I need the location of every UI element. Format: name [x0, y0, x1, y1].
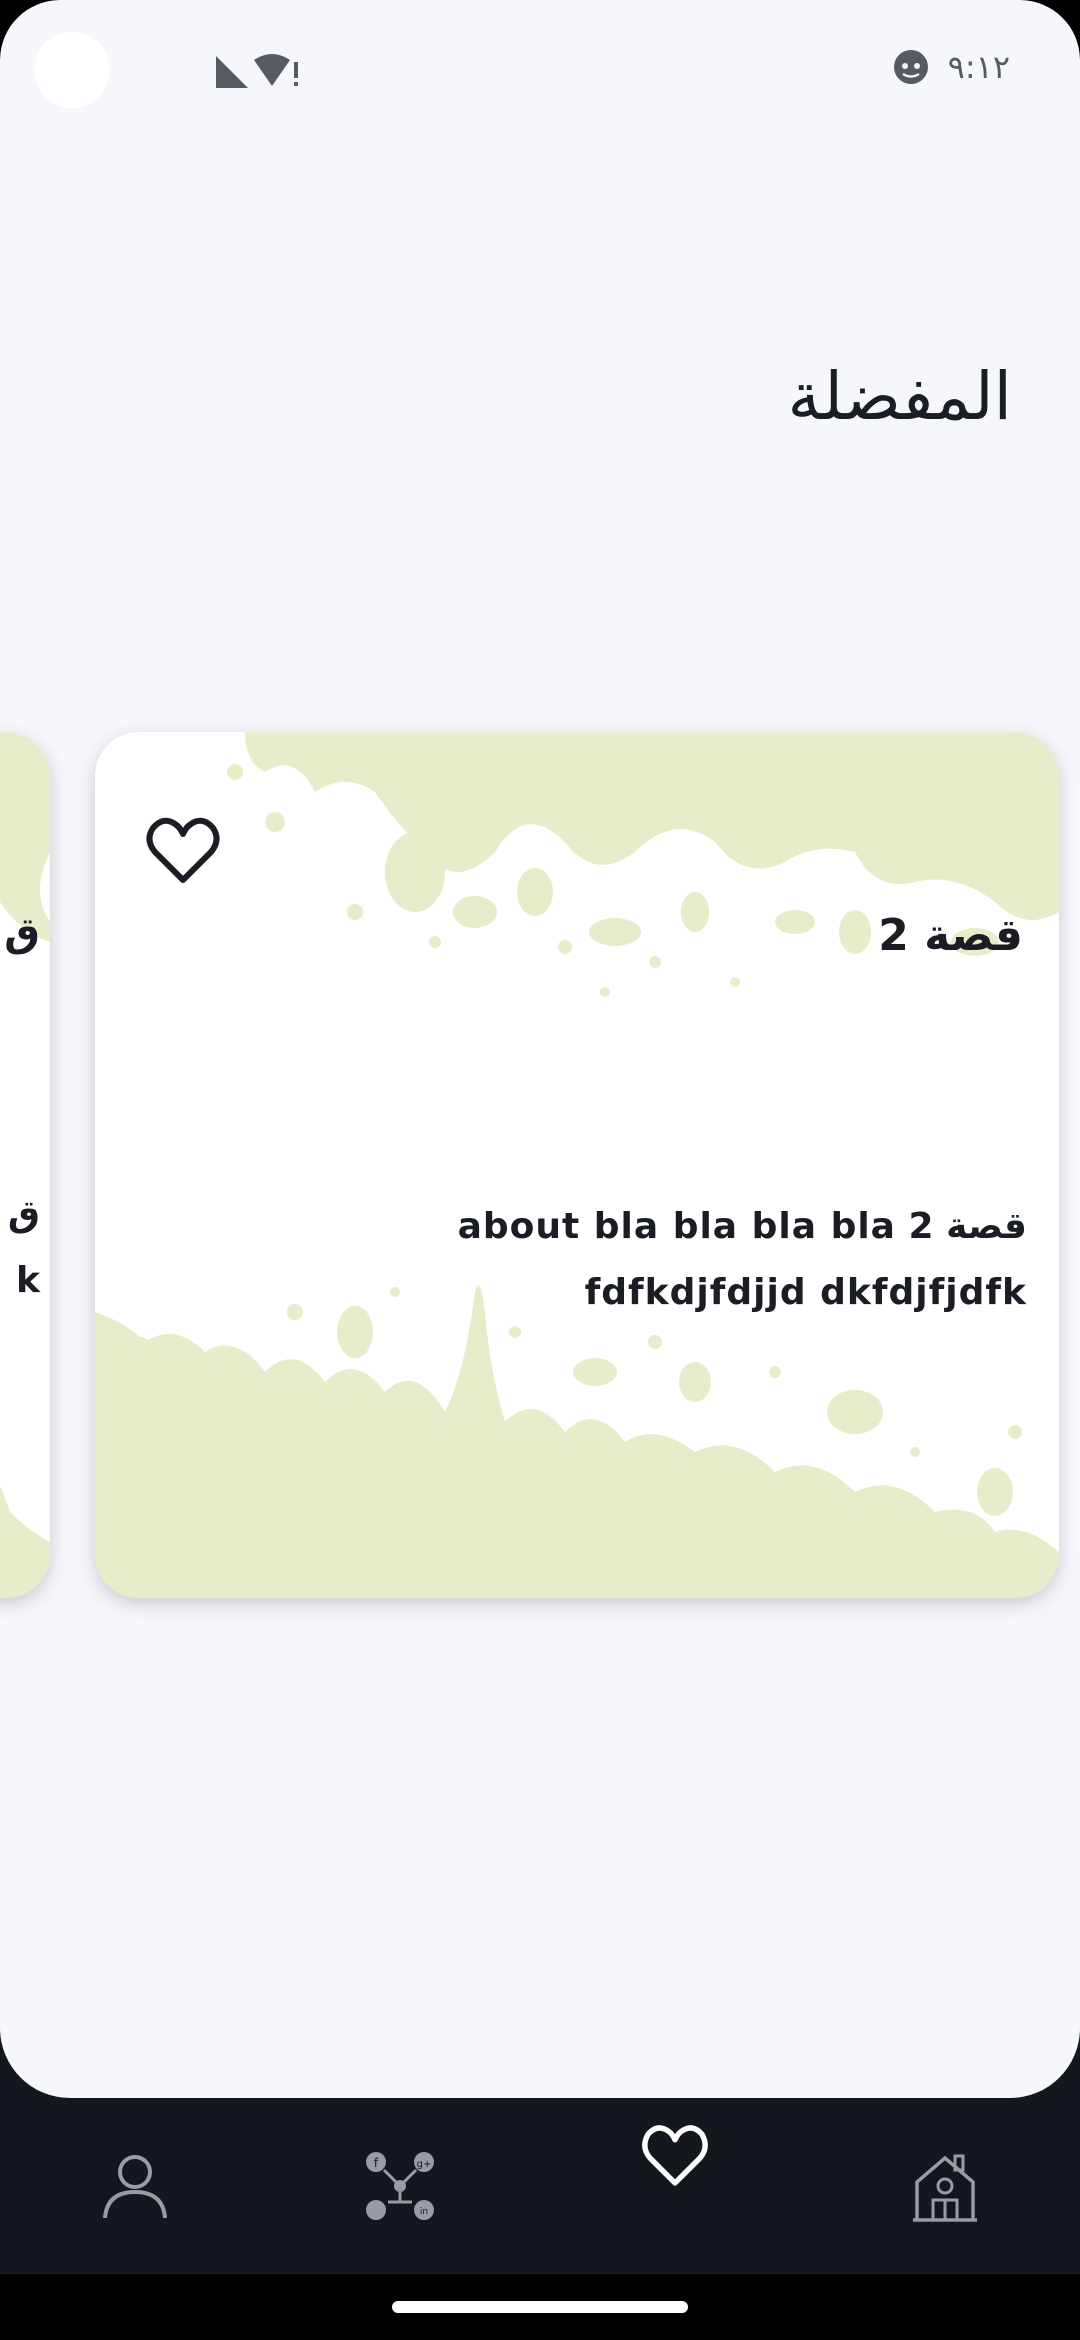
story-card[interactable]: قصة 2 قصة 2 about bla bla bla bla fdfkdj… [95, 732, 1059, 1598]
bottom-navigation: f g+ in [0, 2098, 1080, 2274]
story-card-peek[interactable]: ق ق k [0, 732, 50, 1598]
heart-icon [642, 2125, 708, 2186]
svg-text:in: in [420, 2207, 428, 2217]
peek-card-title: ق [4, 910, 40, 956]
favorites-page: ٩:١٢ المفضلة ق ق k قصة 2 قصة 2 about bla… [0, 0, 1080, 2098]
nav-profile[interactable] [55, 2098, 215, 2274]
peek-card-desc-2: k [16, 1260, 40, 1301]
nav-home[interactable] [865, 2098, 1025, 2274]
splash-background [0, 732, 50, 1598]
status-time: ٩:١٢ [947, 48, 1010, 86]
story-description: قصة 2 about bla bla bla bla fdfkdjfdjjd … [457, 1206, 1027, 1313]
story-title: قصة 2 [878, 910, 1023, 961]
camera-cutout [34, 32, 110, 108]
home-icon [913, 2154, 977, 2222]
splash-background [95, 732, 1059, 1598]
wifi-alert-icon [254, 54, 290, 86]
favorite-heart-icon[interactable] [143, 812, 223, 892]
social-network-icon: f g+ in [366, 2152, 434, 2220]
home-indicator[interactable] [392, 2301, 688, 2313]
face-icon [893, 50, 928, 84]
peek-card-desc-1: ق [7, 1194, 40, 1235]
app-screen: ٩:١٢ المفضلة ق ق k قصة 2 قصة 2 about bla… [0, 0, 1080, 2340]
signal-icon [216, 54, 298, 88]
page-title: المفضلة [787, 358, 1012, 435]
profile-icon [103, 2155, 167, 2219]
svg-text:g+: g+ [417, 2159, 432, 2170]
nav-social[interactable]: f g+ in [320, 2098, 480, 2274]
status-icons-right: ٩:١٢ [892, 48, 1010, 86]
status-icons-left [214, 50, 304, 90]
nav-favorites[interactable] [595, 2068, 755, 2244]
